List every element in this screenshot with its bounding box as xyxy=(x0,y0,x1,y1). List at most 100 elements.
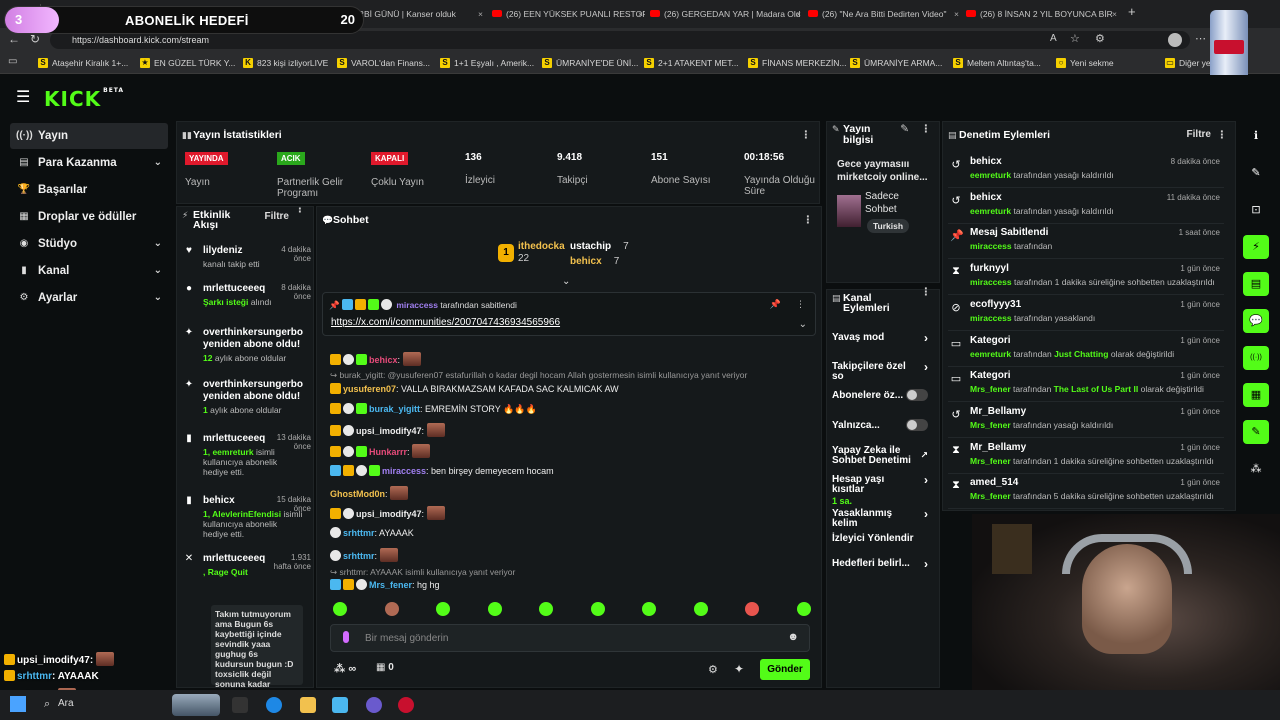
chat-message[interactable]: Hunkarrr: xyxy=(330,444,431,458)
browser-tab[interactable]: (26) "Ne Ara Bitti Dedirten Video" × xyxy=(806,4,961,24)
file-explorer-icon[interactable] xyxy=(300,697,316,713)
close-tab-icon[interactable]: × xyxy=(638,4,643,24)
task-view-icon[interactable] xyxy=(232,697,248,713)
moderation-target[interactable]: Mesaj Sabitlendi xyxy=(970,227,1048,238)
rail-broadcast-icon[interactable]: ((·)) xyxy=(1243,346,1269,370)
channel-action-item[interactable]: Yavaş mod › xyxy=(832,332,928,344)
chat-username[interactable]: yusuferen07 xyxy=(343,384,396,394)
reading-list-icon[interactable]: ▭ xyxy=(8,56,17,67)
rail-layers-icon[interactable]: ▦ xyxy=(1243,383,1269,407)
activity-more-icon[interactable]: ⋮ xyxy=(295,207,306,214)
sidebar-item-ayarlar[interactable]: ⚙ Ayarlar ⌄ xyxy=(10,285,168,311)
bookmark-item[interactable]: S ÜMRANİYE'DE ÜNİ... xyxy=(542,56,638,70)
reload-icon[interactable]: ↻ xyxy=(30,32,40,46)
unpin-icon[interactable]: 📌 xyxy=(770,299,781,310)
mic-icon[interactable] xyxy=(343,631,349,643)
moderation-more-icon[interactable]: ⋮ xyxy=(1217,122,1228,148)
chat-username[interactable]: upsi_imodify47 xyxy=(356,509,422,519)
quick-emote-icon[interactable] xyxy=(745,602,759,616)
more-menu-icon[interactable]: ⋯ xyxy=(1195,32,1206,45)
chat-message[interactable]: ↪ burak_yigitt: @yusuferen07 estafurilla… xyxy=(330,370,747,381)
hamburger-menu-icon[interactable]: ☰ xyxy=(16,87,30,107)
chat-message[interactable]: upsi_imodify47: xyxy=(330,423,445,437)
close-tab-icon[interactable]: × xyxy=(796,4,801,24)
bookmark-item[interactable]: ★ EN GÜZEL TÜRK Y... xyxy=(140,56,235,70)
pinned-by-user[interactable]: miraccess xyxy=(396,300,438,310)
rail-wrench-icon[interactable]: ✎ xyxy=(1243,420,1269,444)
event-user[interactable]: mrlettuceeeq xyxy=(203,433,267,444)
event-user[interactable]: mrlettuceeeq xyxy=(203,283,267,294)
taskbar-widget[interactable] xyxy=(172,694,220,716)
event-user[interactable]: lilydeniz xyxy=(203,245,267,256)
bookmark-item[interactable]: S 2+1 ATAKENT MET... xyxy=(644,56,739,70)
sidebar-item-stüdyo[interactable]: ◉ Stüdyo ⌄ xyxy=(10,231,168,257)
moderation-target[interactable]: ecoflyyy31 xyxy=(970,299,1021,310)
pinned-link[interactable]: https://x.com/i/communities/200704743693… xyxy=(331,317,560,328)
channel-action-item[interactable]: Hesap yaşı kısıtlar 1 sa. › xyxy=(832,474,928,506)
quick-emote-icon[interactable] xyxy=(796,602,811,616)
chat-username[interactable]: Hunkarrr xyxy=(369,447,407,457)
chat-message[interactable]: Mrs_fener: hg hg xyxy=(330,579,440,590)
chat-settings-icon[interactable]: ⚙ xyxy=(708,663,718,676)
rail-bolt-icon[interactable]: ⚡ xyxy=(1243,235,1269,259)
chat-input[interactable]: Bir mesaj gönderin xyxy=(365,633,448,644)
expand-pinned-icon[interactable]: ⌄ xyxy=(799,319,807,330)
taskbar-search-icon[interactable]: ⌕ xyxy=(44,698,50,711)
sidebar-item-para-kazanma[interactable]: ▤ Para Kazanma ⌄ xyxy=(10,150,168,176)
bookmark-item[interactable]: S FİNANS MERKEZİN... xyxy=(748,56,847,70)
kick-logo[interactable]: KICK BETA xyxy=(44,87,124,111)
chat-message[interactable]: yusuferen07: VALLA BIRAKMAZSAM KAFADA SA… xyxy=(330,383,619,394)
edge-icon[interactable] xyxy=(266,697,282,713)
moderation-target[interactable]: Mr_Bellamy xyxy=(970,406,1026,417)
pinned-more-icon[interactable]: ⋮ xyxy=(796,299,805,310)
rail-screen-capture-icon[interactable]: ⊡ xyxy=(1243,198,1269,222)
edit-icon[interactable]: ✎ xyxy=(900,124,909,135)
event-user[interactable]: overthinkersungerbo yeniden abone oldu! xyxy=(203,327,307,351)
recorder-icon[interactable] xyxy=(398,697,414,713)
event-user[interactable]: behicx xyxy=(203,495,267,506)
chat-message[interactable]: srhttmr: xyxy=(330,548,398,562)
chat-message[interactable]: srhttmr: AYAAAK xyxy=(330,527,414,538)
channel-action-item[interactable]: Abonelere öz... xyxy=(832,389,928,401)
close-tab-icon[interactable]: × xyxy=(954,4,959,24)
channel-action-item[interactable]: Yalnızca... xyxy=(832,419,928,431)
bookmark-item[interactable]: S VAROL'dan Finans... xyxy=(337,56,430,70)
taskbar-search[interactable]: Ara xyxy=(58,698,74,709)
channel-action-item[interactable]: Yapay Zeka ile Sohbet Denetimi ↗ xyxy=(832,446,928,466)
moderation-filter-button[interactable]: Filtre xyxy=(1187,122,1211,148)
emoji-icon[interactable]: ☻ xyxy=(787,631,799,643)
chevron-down-icon[interactable]: ⌄ xyxy=(562,276,570,287)
chat-username[interactable]: srhttmr xyxy=(343,551,375,561)
language-tag[interactable]: Turkish xyxy=(867,219,910,233)
obs-icon[interactable] xyxy=(366,697,382,713)
moderation-target[interactable]: Kategori xyxy=(970,335,1011,346)
moderation-target[interactable]: Mr_Bellamy xyxy=(970,442,1026,453)
chat-message[interactable]: miraccess: ben birşey demeyecem hocam xyxy=(330,465,554,476)
bookmark-item[interactable]: ○ Yeni sekme xyxy=(1056,56,1114,70)
bookmark-item[interactable]: S 1+1 Eşyalı , Amerik... xyxy=(440,56,534,70)
quick-emote-icon[interactable] xyxy=(642,602,656,616)
bookmark-item[interactable]: K 823 kişi izliyorLIVE xyxy=(243,56,328,70)
channel-action-item[interactable]: İzleyici Yönlendir xyxy=(832,534,928,544)
chat-message[interactable]: burak_yigitt: EMREMİN STORY 🔥🔥🔥 xyxy=(330,403,537,415)
rail-share-icon[interactable]: ⁂ xyxy=(1243,457,1269,481)
event-user[interactable]: mrlettuceeeq xyxy=(203,553,267,564)
rail-document-icon[interactable]: ▤ xyxy=(1243,272,1269,296)
profile-avatar[interactable] xyxy=(1168,33,1182,47)
channel-action-item[interactable]: Hedefleri belirl... › xyxy=(832,558,928,570)
chat-username[interactable]: GhostMod0n xyxy=(330,489,385,499)
quick-emote-icon[interactable] xyxy=(539,602,553,616)
moderation-target[interactable]: Kategori xyxy=(970,370,1011,381)
bookmark-item[interactable]: S Ataşehir Kiralık 1+... xyxy=(38,56,128,70)
quick-emote-icon[interactable] xyxy=(333,602,347,616)
channel-points[interactable]: ⁂ ∞ xyxy=(334,662,356,675)
moderation-target[interactable]: behicx xyxy=(970,156,1002,167)
activity-filter-button[interactable]: Filtre xyxy=(265,207,289,230)
leaderboard-entry[interactable]: ustachip 7 xyxy=(570,241,629,252)
back-icon[interactable]: ← xyxy=(8,32,20,46)
channel-actions-more-icon[interactable]: ⋮ xyxy=(921,287,932,298)
app-icon[interactable] xyxy=(332,697,348,713)
browser-tab[interactable]: (26) GERGEDAN YAR | Madara Old × xyxy=(648,4,803,24)
quick-emote-icon[interactable] xyxy=(693,602,708,616)
rail-edit-icon[interactable]: ✎ xyxy=(1243,161,1269,185)
